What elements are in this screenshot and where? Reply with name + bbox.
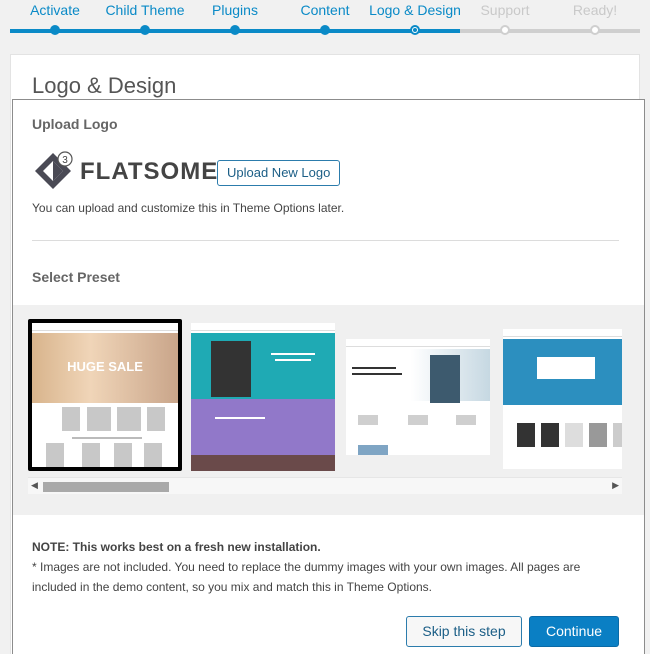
preset-product-thumb bbox=[613, 423, 622, 447]
step-dot bbox=[230, 25, 240, 35]
step-dot bbox=[500, 25, 510, 35]
step-label: Child Theme bbox=[105, 2, 185, 18]
preset-huge-sale[interactable]: HUGE SALE bbox=[28, 319, 182, 471]
preset-product-thumb bbox=[589, 423, 607, 447]
step-dot bbox=[590, 25, 600, 35]
setup-card: Logo & Design Upload Logo 3 FLATSOME Upl… bbox=[10, 54, 645, 654]
logo-mark-icon: 3 bbox=[35, 151, 73, 189]
select-preset-heading: Select Preset bbox=[32, 269, 120, 285]
preset-product-thumb bbox=[117, 407, 141, 431]
installation-note: NOTE: This works best on a fresh new ins… bbox=[32, 537, 622, 597]
step-ready: Ready! bbox=[545, 0, 645, 35]
page-title: Logo & Design bbox=[32, 73, 177, 98]
preset-second-hero bbox=[191, 399, 335, 455]
step-support: Support bbox=[455, 0, 555, 35]
preset-hero-text: HUGE SALE bbox=[67, 359, 143, 374]
preset-product-thumb bbox=[147, 407, 165, 431]
preset-banner bbox=[537, 357, 595, 379]
preset-product-thumb bbox=[87, 407, 111, 431]
preset-bottom-strip bbox=[191, 455, 335, 471]
step-activate[interactable]: Activate bbox=[5, 0, 105, 35]
preset-header bbox=[191, 323, 335, 331]
preset-product-thumb bbox=[565, 423, 583, 447]
logo-wordmark: FLATSOME bbox=[80, 158, 219, 185]
preset-feature bbox=[358, 415, 378, 425]
preset-photo bbox=[211, 341, 251, 397]
setup-stepper: Activate Child Theme Plugins Content Log… bbox=[0, 0, 650, 40]
preset-saxophone[interactable] bbox=[191, 323, 335, 471]
preset-text-line bbox=[275, 359, 311, 361]
upload-logo-heading: Upload Logo bbox=[32, 116, 118, 132]
step-child-theme[interactable]: Child Theme bbox=[95, 0, 195, 35]
preset-carousel: HUGE SALE ◀ ▶ bbox=[13, 305, 644, 515]
preset-feature bbox=[456, 415, 476, 425]
preset-text-line bbox=[352, 367, 396, 369]
scroll-right-icon[interactable]: ▶ bbox=[612, 480, 619, 491]
preset-scrollbar[interactable]: ◀ ▶ bbox=[28, 477, 622, 494]
step-label: Logo & Design bbox=[369, 2, 461, 18]
preset-product-thumb bbox=[62, 407, 80, 431]
upload-new-logo-button[interactable]: Upload New Logo bbox=[217, 160, 341, 186]
preset-product-thumb bbox=[144, 443, 162, 467]
upload-hint: You can upload and customize this in The… bbox=[32, 201, 345, 215]
preset-feature bbox=[408, 415, 428, 425]
continue-button[interactable]: Continue bbox=[529, 616, 619, 647]
step-label: Support bbox=[480, 2, 530, 18]
step-dot bbox=[140, 25, 150, 35]
step-content[interactable]: Content bbox=[275, 0, 375, 35]
step-dot bbox=[50, 25, 60, 35]
preset-header bbox=[503, 329, 622, 337]
step-label: Content bbox=[300, 2, 350, 18]
preset-product-thumb bbox=[46, 443, 64, 467]
preset-product-thumb bbox=[114, 443, 132, 467]
preset-header bbox=[32, 323, 178, 331]
preset-header bbox=[346, 339, 490, 347]
preset-product-thumb bbox=[541, 423, 559, 447]
step-logo-design[interactable]: Logo & Design bbox=[365, 0, 465, 35]
step-dot bbox=[410, 25, 420, 35]
note-title: NOTE: This works best on a fresh new ins… bbox=[32, 540, 321, 554]
step-label: Plugins bbox=[212, 2, 258, 18]
logo-badge: 3 bbox=[62, 155, 68, 166]
step-label: Ready! bbox=[572, 2, 618, 18]
preset-product-thumb bbox=[82, 443, 100, 467]
scrollbar-thumb[interactable] bbox=[43, 482, 169, 492]
preset-photo bbox=[430, 355, 460, 403]
skip-step-button[interactable]: Skip this step bbox=[406, 616, 522, 647]
preset-text-line bbox=[352, 373, 402, 375]
step-plugins[interactable]: Plugins bbox=[185, 0, 285, 35]
note-body: * Images are not included. You need to r… bbox=[32, 560, 581, 594]
step-label: Activate bbox=[30, 2, 80, 18]
section-divider bbox=[32, 240, 619, 241]
step-dot bbox=[320, 25, 330, 35]
flatsome-logo: 3 FLATSOME bbox=[32, 150, 217, 192]
logo-design-panel: Upload Logo 3 FLATSOME Upload New Logo Y… bbox=[12, 99, 645, 654]
preset-text-line bbox=[215, 417, 265, 419]
preset-footer-image bbox=[358, 445, 388, 455]
preset-text-line bbox=[271, 353, 315, 355]
stepper-remaining-line bbox=[460, 29, 640, 33]
preset-corporate[interactable] bbox=[346, 339, 490, 455]
preset-text-line bbox=[72, 437, 142, 439]
preset-hero-image: HUGE SALE bbox=[32, 333, 178, 403]
preset-product-thumb bbox=[517, 423, 535, 447]
preset-shop[interactable] bbox=[503, 329, 622, 469]
preset-hero-image bbox=[346, 349, 490, 401]
preset-viewport: HUGE SALE bbox=[28, 319, 622, 474]
scroll-left-icon[interactable]: ◀ bbox=[31, 480, 38, 491]
